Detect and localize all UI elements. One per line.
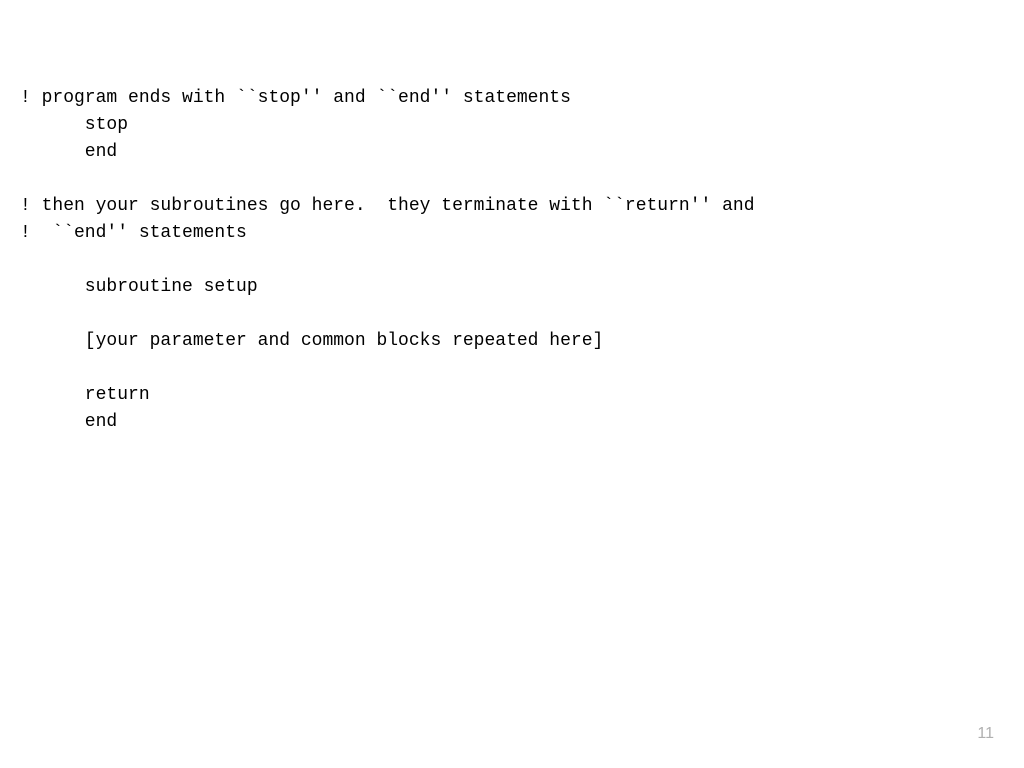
code-line: subroutine setup [20, 274, 1024, 301]
code-line: ! then your subroutines go here. they te… [20, 193, 1024, 220]
code-line: [your parameter and common blocks repeat… [20, 328, 1024, 355]
blank-line [20, 247, 1024, 274]
code-line: end [20, 409, 1024, 436]
blank-line [20, 166, 1024, 193]
code-line: ! program ends with ``stop'' and ``end''… [20, 85, 1024, 112]
code-line: ! ``end'' statements [20, 220, 1024, 247]
blank-line [20, 301, 1024, 328]
code-line: end [20, 139, 1024, 166]
code-line: return [20, 382, 1024, 409]
blank-line [20, 355, 1024, 382]
code-line: stop [20, 112, 1024, 139]
page-number: 11 [977, 725, 994, 743]
